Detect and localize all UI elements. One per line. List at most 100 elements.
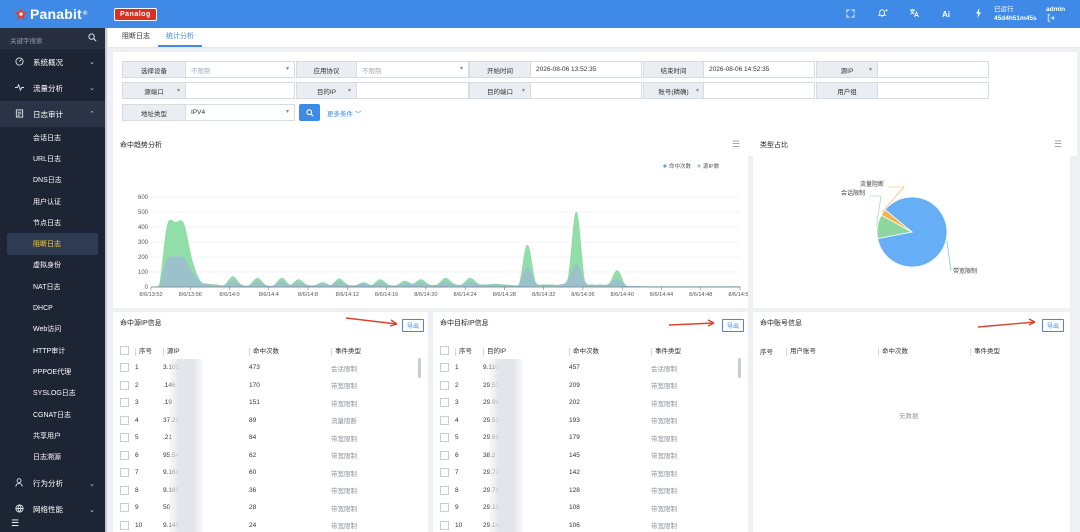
row-checkbox[interactable] <box>440 450 449 460</box>
row-checkbox[interactable] <box>440 468 449 478</box>
table-row[interactable]: 89.18536带宽限制 <box>120 482 420 500</box>
collapse-menu-icon[interactable]: ☰ <box>11 518 19 529</box>
src-port-input[interactable] <box>186 82 295 99</box>
table-row[interactable]: 13.109473会话限制 <box>120 359 420 377</box>
table-row[interactable]: 929.101108带宽限制 <box>440 499 740 517</box>
user-menu[interactable]: admin <box>1046 5 1065 25</box>
sidebar-item-web-access[interactable]: Web访问 <box>0 319 105 340</box>
row-checkbox[interactable] <box>440 485 449 495</box>
sidebar-group-behavior[interactable]: 行为分析 ⌄ <box>0 471 105 497</box>
table-row[interactable]: 109.14924带宽限制 <box>120 517 420 532</box>
src-ip-type-select[interactable]: 源IP ▾ <box>816 61 878 78</box>
search-icon[interactable] <box>88 33 97 44</box>
dst-table-scrollbar[interactable] <box>738 358 741 378</box>
user-group-input[interactable] <box>878 82 989 99</box>
tab-statistics[interactable]: 统计分析 <box>158 27 202 47</box>
sidebar-item-log-trace[interactable]: 日志溯源 <box>0 446 105 467</box>
table-row[interactable]: 329.98202带宽限制 <box>440 394 740 412</box>
row-checkbox[interactable] <box>440 503 449 513</box>
row-checkbox[interactable] <box>120 485 129 495</box>
table-row[interactable]: 229.53209带宽限制 <box>440 377 740 395</box>
row-checkbox[interactable] <box>120 380 129 390</box>
sidebar-item-pppoe-proxy[interactable]: PPPOE代理 <box>0 361 105 382</box>
legend-label[interactable]: 源IP数 <box>703 162 720 170</box>
query-button[interactable] <box>299 104 320 121</box>
export-button[interactable]: 导出 <box>1042 319 1065 332</box>
row-checkbox[interactable] <box>120 415 129 425</box>
protocol-select[interactable]: 不限制 ▾ <box>357 61 469 78</box>
panabit-logo[interactable]: Panabit ® <box>14 6 88 22</box>
translate-icon[interactable] <box>898 8 930 20</box>
dst-ip-type-select[interactable]: 目的IP ▾ <box>296 82 357 99</box>
row-checkbox[interactable] <box>440 433 449 443</box>
bell-icon[interactable] <box>866 8 898 20</box>
src-port-type-select[interactable]: 源端口 ▾ <box>122 82 186 99</box>
table-row[interactable]: 2.146170带宽限制 <box>120 377 420 395</box>
row-checkbox[interactable] <box>120 520 129 530</box>
table-row[interactable]: 3.19 151 带宽限制 <box>120 394 420 412</box>
select-all-checkbox[interactable] <box>120 346 129 355</box>
sidebar-group-traffic[interactable]: 流量分析 ⌄ <box>0 75 105 101</box>
src-table-scrollbar[interactable] <box>418 358 421 378</box>
export-button[interactable]: 导出 <box>722 319 745 332</box>
dst-ip-input[interactable] <box>357 82 469 99</box>
row-checkbox[interactable] <box>120 363 129 373</box>
table-row[interactable]: 9 50 28 带宽限制 <box>120 499 420 517</box>
device-select[interactable]: 不限制 ▾ <box>186 61 295 78</box>
sidebar-item-cgnat-log[interactable]: CGNAT日志 <box>0 404 105 425</box>
table-row[interactable]: 5.21 84 带宽限制 <box>120 429 420 447</box>
table-row[interactable]: 529.68179带宽限制 <box>440 429 740 447</box>
table-row[interactable]: 729.72142带宽限制 <box>440 464 740 482</box>
end-time-input[interactable]: 2026-08-06 14:52:35 <box>704 61 815 78</box>
lightning-icon[interactable] <box>962 8 994 20</box>
sidebar-scrollbar[interactable] <box>105 28 107 532</box>
legend-label[interactable]: 命中次数 <box>669 162 692 170</box>
row-checkbox[interactable] <box>120 468 129 478</box>
row-checkbox[interactable] <box>440 520 449 530</box>
start-time-input[interactable]: 2026-08-06 13:52:35 <box>531 61 642 78</box>
sidebar-item-user-auth[interactable]: 用户认证 <box>0 191 105 212</box>
row-checkbox[interactable] <box>440 363 449 373</box>
ai-icon[interactable]: Ai <box>930 10 962 19</box>
table-row[interactable]: 1029.142106带宽限制 <box>440 517 740 532</box>
logout-icon[interactable] <box>1047 14 1055 22</box>
row-checkbox[interactable] <box>440 415 449 425</box>
table-row[interactable]: 19.110457会话限制 <box>440 359 740 377</box>
account-type-select[interactable]: 账号(精确) ▾ <box>643 82 704 99</box>
select-all-checkbox[interactable] <box>440 346 449 355</box>
sidebar-item-block-log[interactable]: 阻断日志 <box>7 233 98 255</box>
sidebar-item-shared-users[interactable]: 共享用户 <box>0 425 105 446</box>
table-row[interactable]: 437.2989流量阻断 <box>120 412 420 430</box>
table-row[interactable]: 829.79128带宽限制 <box>440 482 740 500</box>
dst-port-type-select[interactable]: 目的端口 ▾ <box>469 82 531 99</box>
table-row[interactable]: 79.16860带宽限制 <box>120 464 420 482</box>
sidebar-item-nat-log[interactable]: NAT日志 <box>0 276 105 297</box>
export-button[interactable]: 导出 <box>402 319 425 332</box>
account-input[interactable] <box>704 82 815 99</box>
tab-block-log[interactable]: 阻断日志 <box>114 27 158 47</box>
sidebar-item-dhcp[interactable]: DHCP <box>0 297 105 318</box>
sidebar-item-session-log[interactable]: 会话日志 <box>0 127 105 148</box>
src-ip-input[interactable] <box>878 61 989 78</box>
sidebar-item-node-log[interactable]: 节点日志 <box>0 212 105 233</box>
table-row[interactable]: 429.52193带宽限制 <box>440 412 740 430</box>
fullscreen-icon[interactable] <box>834 8 866 20</box>
row-checkbox[interactable] <box>120 433 129 443</box>
sidebar-item-dns-log[interactable]: DNS日志 <box>0 170 105 191</box>
series-area-hits[interactable] <box>150 211 741 288</box>
table-row[interactable]: 695.5462带宽限制 <box>120 447 420 465</box>
sidebar-item-http-audit[interactable]: HTTP审计 <box>0 340 105 361</box>
dst-port-input[interactable] <box>531 82 642 99</box>
row-checkbox[interactable] <box>120 398 129 408</box>
row-checkbox[interactable] <box>440 380 449 390</box>
sidebar-item-syslog[interactable]: SYSLOG日志 <box>0 383 105 404</box>
sidebar-item-virtual-identity[interactable]: 虚拟身份 <box>0 255 105 276</box>
more-conditions-link[interactable]: 更多条件 ﹀ <box>327 108 361 118</box>
table-row[interactable]: 638.2145带宽限制 <box>440 447 740 465</box>
sidebar-group-log-audit[interactable]: 日志审计 ⌃ <box>0 101 105 127</box>
sidebar-search[interactable]: 关键字搜索 <box>0 28 105 49</box>
row-checkbox[interactable] <box>440 398 449 408</box>
addr-type-select[interactable]: IPV4 ▾ <box>186 104 295 121</box>
sidebar-group-overview[interactable]: 系统概况 ⌄ <box>0 49 105 75</box>
row-checkbox[interactable] <box>120 503 129 513</box>
